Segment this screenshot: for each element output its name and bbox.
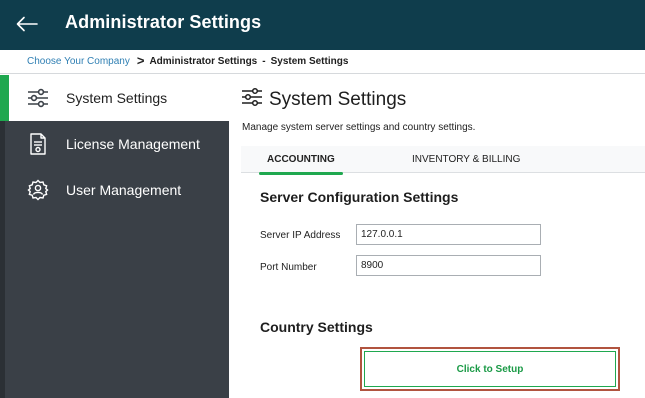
tab-inventory-billing[interactable]: INVENTORY & BILLING bbox=[412, 146, 520, 173]
breadcrumb-separator: > bbox=[136, 53, 145, 68]
country-settings-heading: Country Settings bbox=[260, 319, 373, 335]
click-to-setup-button[interactable]: Click to Setup bbox=[364, 351, 616, 387]
app-title: Administrator Settings bbox=[65, 12, 262, 32]
sidebar: System Settings License Management User … bbox=[0, 75, 229, 398]
breadcrumb-dash: - bbox=[262, 56, 266, 67]
sidebar-item-label: User Management bbox=[66, 182, 182, 198]
arrow-left-icon bbox=[16, 16, 38, 32]
page-description: Manage system server settings and countr… bbox=[242, 122, 476, 133]
page-title: System Settings bbox=[269, 88, 407, 110]
sliders-icon bbox=[241, 87, 263, 112]
sidebar-item-label: License Management bbox=[66, 136, 200, 152]
breadcrumb-link-company[interactable]: Choose Your Company bbox=[27, 56, 130, 67]
sidebar-item-label: System Settings bbox=[66, 90, 168, 106]
port-number-label: Port Number bbox=[260, 262, 317, 273]
breadcrumb: Choose Your Company > Administrator Sett… bbox=[0, 50, 645, 74]
sidebar-item-user-management[interactable]: User Management bbox=[0, 167, 229, 213]
port-number-input[interactable] bbox=[356, 255, 541, 276]
back-button[interactable] bbox=[14, 11, 40, 37]
page-header: System Settings bbox=[241, 87, 406, 112]
sidebar-item-system-settings[interactable]: System Settings bbox=[0, 75, 229, 121]
setup-button-highlight: Click to Setup bbox=[360, 347, 620, 391]
sliders-icon bbox=[26, 86, 50, 110]
server-config-heading: Server Configuration Settings bbox=[260, 189, 459, 205]
breadcrumb-current: Administrator Settings bbox=[149, 56, 258, 67]
main-content: System Settings Manage system server set… bbox=[229, 75, 645, 398]
server-ip-input[interactable] bbox=[356, 224, 541, 245]
tab-bar: ACCOUNTING INVENTORY & BILLING bbox=[241, 146, 645, 175]
sidebar-item-license-management[interactable]: License Management bbox=[0, 121, 229, 167]
user-gear-icon bbox=[26, 178, 50, 202]
breadcrumb-sub: System Settings bbox=[270, 56, 349, 67]
document-icon bbox=[26, 132, 50, 156]
app-header: Administrator Settings bbox=[0, 0, 645, 50]
tab-accounting[interactable]: ACCOUNTING bbox=[259, 146, 343, 175]
server-ip-label: Server IP Address bbox=[260, 230, 341, 241]
